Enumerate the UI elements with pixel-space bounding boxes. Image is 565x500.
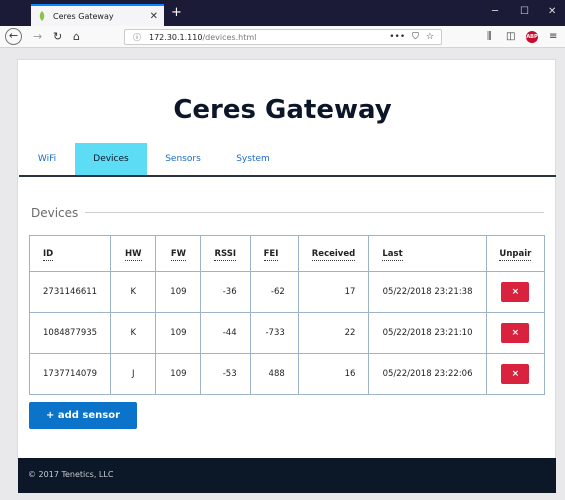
- cell-rssi: -44: [200, 312, 251, 354]
- table-row: 2731146611 K 109 -36 -62 17 05/22/2018 2…: [28, 271, 546, 313]
- cell-fei: 488: [249, 353, 299, 395]
- cell-last: 05/22/2018 23:21:38: [368, 271, 487, 313]
- browser-tab-title: Ceres Gateway: [53, 11, 114, 21]
- cell-unpair: ×: [485, 312, 546, 354]
- cell-hw: J: [110, 353, 157, 395]
- cell-rssi: -53: [200, 353, 251, 395]
- url-path: /devices.html: [202, 32, 257, 42]
- table-row: 1737714079 J 109 -53 488 16 05/22/2018 2…: [28, 353, 546, 395]
- col-fw-label: FW: [170, 248, 187, 261]
- add-sensor-button[interactable]: + add sensor: [29, 402, 137, 429]
- browser-titlebar: Ceres Gateway ✕ + ─ ☐ ✕: [0, 0, 565, 26]
- cell-hw: K: [110, 271, 157, 313]
- col-id-label: ID: [43, 248, 54, 261]
- col-hw-label: HW: [125, 248, 142, 261]
- cell-unpair: ×: [485, 353, 546, 395]
- bookmark-star-icon[interactable]: ☆: [426, 32, 434, 42]
- page-footer: © 2017 Tenetics, LLC: [18, 458, 556, 493]
- col-fei[interactable]: FEI: [249, 235, 299, 272]
- cell-fw: 109: [155, 271, 202, 313]
- page-title: Ceres Gateway: [173, 95, 392, 125]
- tab-wifi[interactable]: WiFi: [19, 143, 75, 175]
- url-host: 172.30.1.110: [149, 32, 203, 42]
- section-divider: [85, 212, 544, 213]
- back-icon[interactable]: ←: [5, 28, 22, 45]
- cell-last: 05/22/2018 23:22:06: [368, 353, 487, 395]
- devices-table: ID HW FW RSSI FEI Received Last Unpair 2…: [28, 235, 546, 395]
- cell-rssi: -36: [200, 271, 251, 313]
- url-bar[interactable]: ⓘ 172.30.1.110/devices.html ••• ⛉ ☆: [124, 29, 442, 45]
- cell-hw: K: [110, 312, 157, 354]
- table-header-row: ID HW FW RSSI FEI Received Last Unpair: [28, 235, 546, 272]
- forward-icon[interactable]: →: [33, 29, 42, 45]
- section-title: Devices: [31, 206, 79, 220]
- close-icon[interactable]: ✕: [150, 11, 158, 22]
- maximize-icon[interactable]: ☐: [520, 6, 529, 17]
- col-unpair[interactable]: Unpair: [485, 235, 546, 272]
- cell-unpair: ×: [485, 271, 546, 313]
- menu-icon[interactable]: ≡: [549, 31, 557, 42]
- cell-id: 2731146611: [28, 271, 112, 313]
- unpair-button[interactable]: ×: [501, 282, 530, 302]
- tab-sensors[interactable]: Sensors: [147, 143, 219, 175]
- sidebar-icon[interactable]: ◫: [506, 31, 515, 42]
- nav-tabs: WiFi Devices Sensors System: [19, 143, 556, 177]
- tab-system[interactable]: System: [219, 143, 287, 175]
- cell-fw: 109: [155, 312, 202, 354]
- col-last-label: Last: [382, 248, 403, 261]
- col-id[interactable]: ID: [28, 235, 112, 272]
- cell-id: 1084877935: [28, 312, 112, 354]
- col-hw[interactable]: HW: [110, 235, 157, 272]
- leaf-icon: [39, 11, 45, 21]
- col-rssi-label: RSSI: [214, 248, 237, 261]
- unpair-button[interactable]: ×: [501, 364, 530, 384]
- cell-fei: -62: [249, 271, 299, 313]
- footer-copyright: © 2017 Tenetics, LLC: [28, 470, 114, 479]
- reload-icon[interactable]: ↻: [53, 29, 62, 45]
- library-icon[interactable]: ⫼: [487, 31, 492, 42]
- info-icon[interactable]: ⓘ: [133, 32, 141, 43]
- more-icon[interactable]: •••: [389, 32, 405, 42]
- cell-id: 1737714079: [28, 353, 112, 395]
- col-last[interactable]: Last: [368, 235, 487, 272]
- col-fei-label: FEI: [263, 248, 279, 261]
- minimize-icon[interactable]: ─: [492, 6, 498, 17]
- cell-last: 05/22/2018 23:21:10: [368, 312, 487, 354]
- col-unpair-label: Unpair: [499, 248, 532, 261]
- col-rssi[interactable]: RSSI: [200, 235, 251, 272]
- new-tab-icon[interactable]: +: [171, 4, 182, 22]
- col-received[interactable]: Received: [297, 235, 370, 272]
- browser-tab[interactable]: Ceres Gateway ✕: [31, 4, 164, 26]
- cell-received: 22: [297, 312, 370, 354]
- home-icon[interactable]: ⌂: [73, 29, 80, 45]
- tab-devices[interactable]: Devices: [75, 143, 147, 175]
- browser-navbar: ← → ↻ ⌂ ⓘ 172.30.1.110/devices.html ••• …: [0, 26, 565, 48]
- cell-received: 17: [297, 271, 370, 313]
- adblock-icon[interactable]: ABP: [526, 31, 538, 43]
- table-row: 1084877935 K 109 -44 -733 22 05/22/2018 …: [28, 312, 546, 354]
- cell-fw: 109: [155, 353, 202, 395]
- cell-fei: -733: [249, 312, 299, 354]
- window-close-icon[interactable]: ✕: [548, 6, 556, 17]
- cell-received: 16: [297, 353, 370, 395]
- pocket-icon[interactable]: ⛉: [412, 32, 419, 42]
- col-fw[interactable]: FW: [155, 235, 202, 272]
- col-received-label: Received: [311, 248, 356, 261]
- url-text: 172.30.1.110/devices.html: [149, 33, 389, 42]
- unpair-button[interactable]: ×: [501, 323, 530, 343]
